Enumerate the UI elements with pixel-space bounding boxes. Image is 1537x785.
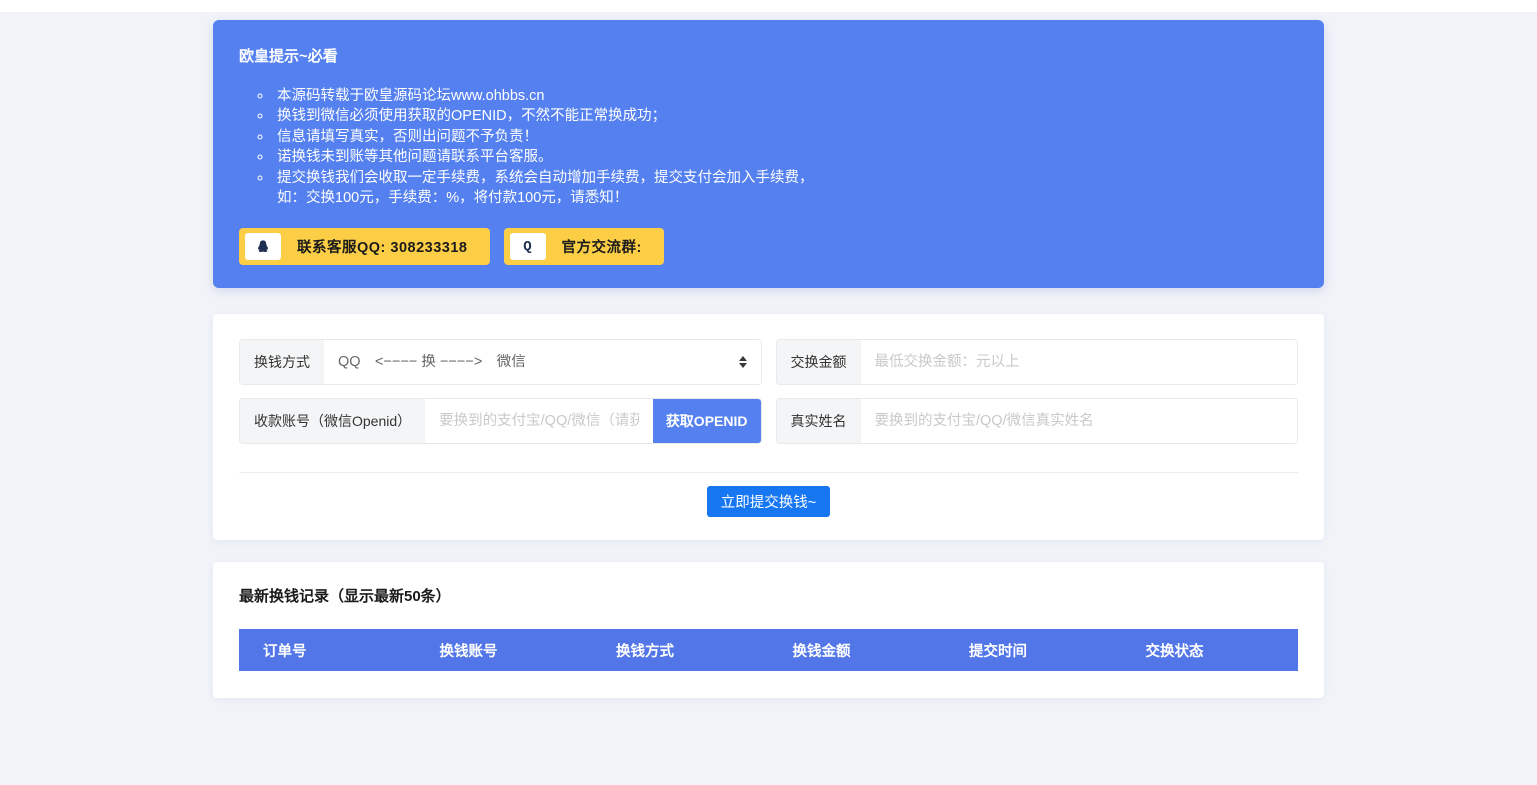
- exchange-method-select[interactable]: QQ <−−−− 换 −−−−> 微信: [324, 340, 761, 384]
- exchange-amount-group: 交换金额: [776, 339, 1299, 385]
- notice-item: 信息请填写真实，否则出问题不予负责！: [273, 127, 1298, 147]
- official-group-label: 官方交流群:: [562, 236, 642, 257]
- notice-item: 本源码转载于欧皇源码论坛www.ohbbs.cn: [273, 86, 1298, 106]
- exchange-method-label: 换钱方式: [240, 340, 324, 384]
- exchange-amount-label: 交换金额: [777, 340, 861, 384]
- notice-title: 欧皇提示~必看: [239, 45, 1298, 66]
- receive-account-input[interactable]: [425, 399, 653, 443]
- records-table-header: 订单号 换钱账号 换钱方式 换钱金额 提交时间 交换状态: [239, 629, 1298, 671]
- q-letter-icon: Q: [510, 233, 546, 260]
- top-white-strip: [0, 0, 1537, 12]
- column-header-submit-time: 提交时间: [945, 640, 1122, 661]
- form-divider: [239, 472, 1298, 473]
- official-group-button[interactable]: Q 官方交流群:: [504, 228, 664, 265]
- notice-item: 换钱到微信必须使用获取的OPENID，不然不能正常换成功；: [273, 106, 1298, 126]
- real-name-group: 真实姓名: [776, 398, 1299, 444]
- column-header-method: 换钱方式: [592, 640, 769, 661]
- column-header-status: 交换状态: [1122, 640, 1299, 661]
- column-header-amount: 换钱金额: [769, 640, 946, 661]
- page-container: 欧皇提示~必看 本源码转载于欧皇源码论坛www.ohbbs.cn 换钱到微信必须…: [213, 20, 1324, 698]
- notice-item-continuation: 如：交换100元，手续费：%，将付款100元，请悉知！: [273, 188, 1298, 208]
- notice-list: 本源码转载于欧皇源码论坛www.ohbbs.cn 换钱到微信必须使用获取的OPE…: [273, 86, 1298, 208]
- get-openid-button[interactable]: 获取OPENID: [653, 399, 761, 443]
- records-card: 最新换钱记录（显示最新50条） 订单号 换钱账号 换钱方式 换钱金额 提交时间 …: [213, 562, 1324, 698]
- contact-qq-label: 联系客服QQ: 308233318: [297, 236, 468, 257]
- receive-account-label: 收款账号（微信Openid）: [240, 399, 425, 443]
- form-grid: 换钱方式 QQ <−−−− 换 −−−−> 微信 交换金额 收款账号（微信O: [239, 339, 1298, 444]
- exchange-amount-input[interactable]: [861, 340, 1298, 384]
- qq-penguin-icon: [245, 233, 281, 260]
- real-name-label: 真实姓名: [777, 399, 861, 443]
- submit-exchange-button[interactable]: 立即提交换钱~: [707, 486, 830, 517]
- contact-qq-button[interactable]: 联系客服QQ: 308233318: [239, 228, 490, 265]
- exchange-form-card: 换钱方式 QQ <−−−− 换 −−−−> 微信 交换金额 收款账号（微信O: [213, 314, 1324, 540]
- notice-buttons-row: 联系客服QQ: 308233318 Q 官方交流群:: [239, 228, 1298, 265]
- column-header-order-no: 订单号: [239, 640, 416, 661]
- notice-item: 提交换钱我们会收取一定手续费，系统会自动增加手续费，提交支付会加入手续费，: [273, 168, 1298, 188]
- notice-panel: 欧皇提示~必看 本源码转载于欧皇源码论坛www.ohbbs.cn 换钱到微信必须…: [213, 20, 1324, 288]
- real-name-input[interactable]: [861, 399, 1298, 443]
- receive-account-group: 收款账号（微信Openid） 获取OPENID: [239, 398, 762, 444]
- exchange-method-group: 换钱方式 QQ <−−−− 换 −−−−> 微信: [239, 339, 762, 385]
- records-title: 最新换钱记录（显示最新50条）: [239, 585, 1298, 606]
- notice-item: 诺换钱未到账等其他问题请联系平台客服。: [273, 147, 1298, 167]
- column-header-account: 换钱账号: [416, 640, 593, 661]
